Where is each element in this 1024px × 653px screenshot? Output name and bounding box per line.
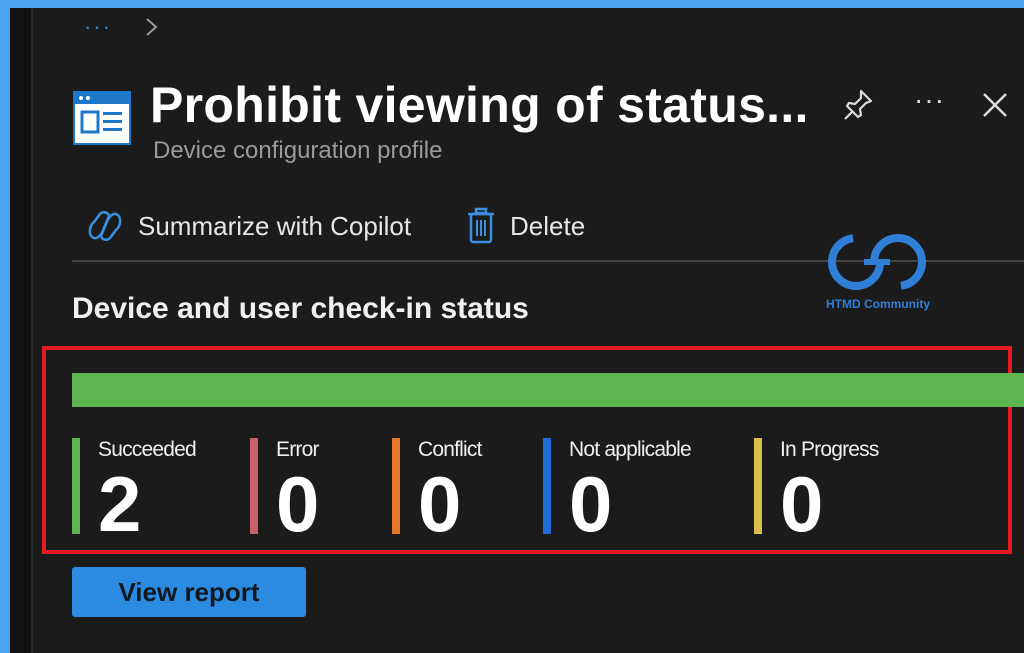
stat-not-applicable-label: Not applicable: [569, 438, 692, 461]
chevron-right-icon: [146, 18, 158, 36]
page-title: Prohibit viewing of status...: [150, 77, 809, 133]
stat-error-value: 0: [276, 460, 320, 548]
checkin-status-title: Device and user check-in status: [72, 292, 529, 325]
pin-icon[interactable]: [842, 88, 874, 122]
checkin-status-bar: [72, 373, 1024, 407]
stat-succeeded-label: Succeeded: [98, 438, 197, 461]
htmd-community-logo-icon: [828, 234, 926, 290]
delete-button[interactable]: Delete: [466, 206, 585, 246]
delete-label: Delete: [510, 210, 586, 241]
breadcrumb-ellipsis[interactable]: ···: [84, 14, 112, 40]
view-report-button[interactable]: View report: [72, 567, 306, 617]
close-icon[interactable]: [980, 90, 1010, 120]
summarize-with-copilot-button[interactable]: Summarize with Copilot: [86, 206, 411, 246]
left-rail-border: [31, 8, 33, 653]
stat-error-label: Error: [276, 438, 319, 461]
stat-conflict-label: Conflict: [418, 438, 482, 461]
trash-icon: [468, 207, 494, 244]
stat-in-progress-value: 0: [780, 460, 824, 548]
stat-conflict[interactable]: Conflict 0: [392, 438, 482, 544]
stat-in-progress[interactable]: In Progress 0: [754, 438, 879, 544]
stat-not-applicable[interactable]: Not applicable 0: [543, 438, 692, 544]
more-options-button[interactable]: ···: [914, 84, 945, 116]
stat-error[interactable]: Error 0: [250, 438, 319, 544]
stat-in-progress-label: In Progress: [780, 438, 879, 461]
page-subtitle: Device configuration profile: [153, 137, 443, 164]
left-rail: [10, 8, 32, 653]
summarize-with-copilot-label: Summarize with Copilot: [138, 210, 412, 241]
stat-not-applicable-value: 0: [569, 460, 613, 548]
copilot-icon: [88, 211, 122, 241]
stat-succeeded-value: 2: [98, 460, 142, 548]
stat-succeeded[interactable]: Succeeded 2: [72, 438, 197, 544]
watermark-text: HTMD Community: [826, 297, 930, 311]
stat-conflict-value: 0: [418, 460, 462, 548]
profile-window-icon: [73, 91, 131, 145]
